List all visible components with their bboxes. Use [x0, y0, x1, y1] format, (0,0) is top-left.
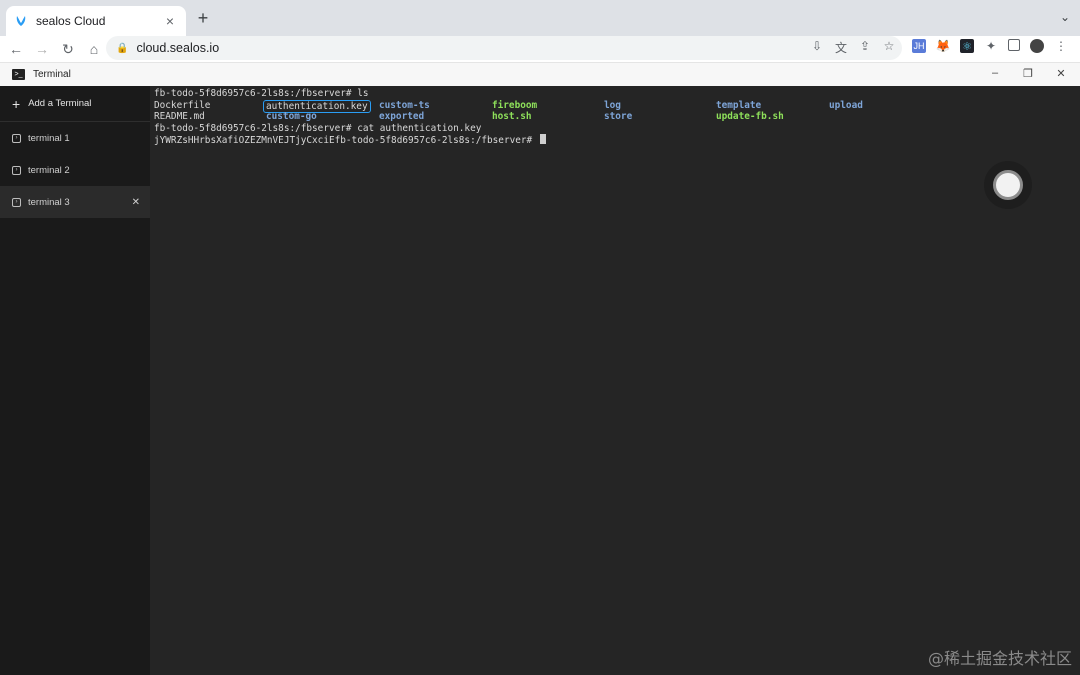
ls-entry: log — [604, 99, 621, 111]
address-bar[interactable]: 🔒 cloud.sealos.io ⇩ 文 ⇪ ☆ — [106, 36, 902, 60]
ls-entry: host.sh — [492, 111, 532, 122]
bookmark-star-icon[interactable]: ☆ — [882, 39, 896, 56]
circle-icon — [993, 170, 1023, 200]
floating-assistive-button[interactable] — [984, 161, 1032, 209]
sidebar-item-label: terminal 2 — [28, 164, 70, 176]
restore-icon[interactable]: ❐ — [1021, 67, 1035, 80]
forward-icon[interactable]: → — [30, 37, 54, 61]
minimize-icon[interactable]: – — [988, 67, 1002, 79]
app-title: Terminal — [33, 69, 71, 80]
ls-entry: Dockerfile — [154, 99, 211, 111]
back-icon[interactable]: ← — [4, 37, 28, 61]
plus-icon: + — [12, 95, 21, 112]
tab-close-icon[interactable]: × — [162, 13, 178, 29]
home-icon[interactable]: ⌂ — [82, 37, 106, 61]
ls-entry: README.md — [154, 111, 205, 122]
reload-icon[interactable]: ↻ — [56, 37, 80, 61]
window-close-icon[interactable]: ✕ — [1054, 67, 1068, 80]
lock-icon: 🔒 — [116, 42, 129, 54]
translate-icon[interactable]: 文 — [834, 39, 848, 56]
ls-entry: store — [604, 111, 633, 122]
share-icon[interactable]: ⇪ — [858, 39, 872, 56]
close-terminal-icon[interactable]: ✕ — [132, 197, 140, 208]
browser-toolbar: ← → ↻ ⌂ 🔒 cloud.sealos.io ⇩ 文 ⇪ ☆ JH 🦊 ⚛… — [0, 36, 1080, 62]
sealos-logo-icon — [16, 16, 26, 26]
install-app-icon[interactable]: ⇩ — [810, 39, 824, 56]
sidebar-item-terminal-3[interactable]: › terminal 3 ✕ — [0, 186, 150, 218]
app-titlebar: >_ Terminal – ❐ ✕ — [0, 62, 1080, 86]
metamask-extension-icon[interactable]: 🦊 — [936, 39, 951, 53]
ls-entry: fireboom — [492, 99, 538, 111]
ls-entry: template — [716, 99, 762, 111]
extensions-area: JH 🦊 ⚛ ✦ ⋮ — [912, 39, 1068, 53]
ls-row-2: README.md custom-go exported host.sh sto… — [154, 111, 1080, 123]
sidebar-item-label: terminal 3 — [28, 196, 70, 208]
terminal-sidebar: + Add a Terminal › terminal 1 › terminal… — [0, 86, 150, 675]
browser-menu-icon[interactable]: ⋮ — [1054, 39, 1068, 53]
add-terminal-button[interactable]: + Add a Terminal — [0, 86, 150, 122]
ls-row-1: Dockerfile authentication.key custom-ts … — [154, 99, 1080, 113]
extensions-puzzle-icon[interactable]: ✦ — [984, 39, 998, 53]
terminal-icon: › — [12, 197, 21, 207]
terminal-icon: › — [12, 165, 21, 175]
react-devtools-icon[interactable]: ⚛ — [960, 39, 974, 53]
ls-entry: update-fb.sh — [716, 111, 784, 122]
jh-extension-icon[interactable]: JH — [912, 39, 926, 53]
terminal-output[interactable]: fb-todo-5f8d6957c6-2ls8s:/fbserver# ls D… — [150, 86, 1080, 675]
ls-entry: exported — [379, 111, 425, 122]
sidebar-item-terminal-1[interactable]: › terminal 1 — [0, 122, 150, 154]
terminal-cursor — [539, 134, 546, 144]
terminal-line: fb-todo-5f8d6957c6-2ls8s:/fbserver# cat … — [154, 122, 482, 134]
ls-entry: custom-ts — [379, 99, 430, 111]
terminal-line: jYWRZsHHrbsXafiOZEZMnVEJTjyCxciEfb-todo-… — [154, 134, 1080, 146]
terminal-line: fb-todo-5f8d6957c6-2ls8s:/fbserver# ls — [154, 88, 369, 99]
ls-entry: custom-go — [266, 111, 317, 122]
ls-entry: upload — [829, 99, 863, 111]
browser-tabstrip: sealos Cloud × + ⌄ — [0, 0, 1080, 36]
terminal-app-icon: >_ — [12, 69, 25, 80]
add-terminal-label: Add a Terminal — [28, 98, 92, 109]
side-panel-icon[interactable] — [1008, 39, 1020, 51]
watermark: @稀土掘金技术社区 — [927, 649, 1072, 668]
key-output: jYWRZsHHrbsXafiOZEZMnVEJTjyCxciEfb-todo-… — [154, 135, 538, 146]
sidebar-item-terminal-2[interactable]: › terminal 2 — [0, 154, 150, 186]
url-text: cloud.sealos.io — [136, 41, 220, 55]
sidebar-item-label: terminal 1 — [28, 132, 70, 144]
tab-title: sealos Cloud — [36, 14, 106, 28]
tab-search-chevron-icon[interactable]: ⌄ — [1060, 10, 1070, 24]
new-tab-button[interactable]: + — [194, 9, 212, 27]
terminal-icon: › — [12, 133, 21, 143]
browser-tab[interactable]: sealos Cloud × — [6, 6, 186, 36]
profile-avatar[interactable] — [1030, 39, 1044, 53]
